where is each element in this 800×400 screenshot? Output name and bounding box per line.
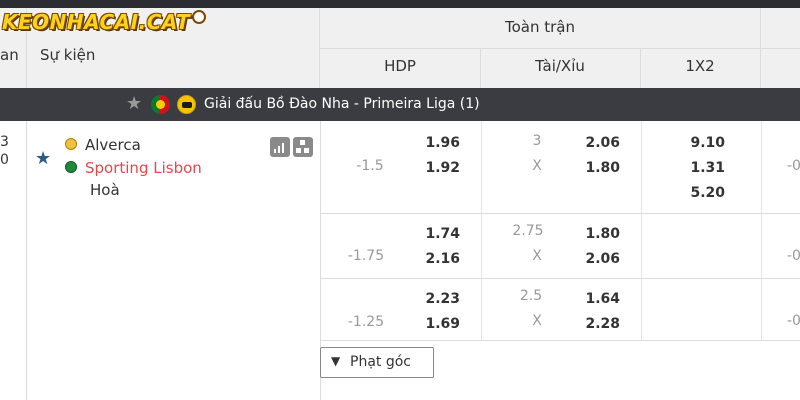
home-team-name[interactable]: Alverca — [85, 136, 141, 154]
corner-kicks-label: Phạt góc — [350, 354, 411, 370]
ou-over-odd[interactable]: 2.06 — [570, 135, 620, 151]
soccer-ball-icon — [192, 10, 206, 24]
next-column-value: -0 — [787, 248, 800, 264]
column-divider — [760, 8, 761, 88]
stats-icon[interactable] — [270, 137, 290, 157]
ou-line: 2.5 — [519, 288, 543, 304]
top-bar — [0, 0, 800, 8]
chevron-down-icon: ▼ — [331, 354, 341, 368]
home-team-crest-icon — [65, 138, 77, 150]
1x2-column-header: 1X2 — [685, 57, 715, 75]
away-team-name[interactable]: Sporting Lisbon — [85, 159, 202, 177]
row-divider — [321, 213, 800, 214]
star-icon[interactable]: ★ — [126, 93, 142, 114]
over-under-column-header: Tài/Xỉu — [535, 57, 585, 75]
column-divider — [640, 48, 641, 88]
favorite-star-icon[interactable]: ★ — [35, 148, 51, 169]
hdp-column-header: HDP — [384, 57, 416, 75]
column-divider — [641, 121, 642, 340]
handicap-line: -1.25 — [347, 314, 385, 330]
corner-kicks-button[interactable]: ▼ Phạt góc — [320, 347, 434, 378]
handicap-line: -1.75 — [347, 248, 385, 264]
hdp-away-odd[interactable]: 1.69 — [410, 316, 460, 332]
league-bar[interactable]: ★ Giải đấu Bồ Đào Nha - Primeira Liga (1… — [0, 88, 800, 121]
away-team-crest-icon — [65, 161, 77, 173]
portugal-flag-icon — [151, 95, 170, 114]
hdp-home-odd[interactable]: 1.74 — [410, 226, 460, 242]
time-column-header: an — [0, 46, 19, 64]
column-divider — [480, 48, 481, 88]
column-divider — [481, 121, 482, 340]
draw-label: Hoà — [90, 181, 120, 199]
hdp-home-odd[interactable]: 2.23 — [410, 291, 460, 307]
ou-over-odd[interactable]: 1.64 — [570, 291, 620, 307]
ou-under-odd[interactable]: 2.06 — [570, 251, 620, 267]
header-row-divider — [320, 48, 800, 49]
row-divider — [321, 340, 800, 341]
fulltime-header: Toàn trận — [504, 18, 575, 36]
body-divider — [26, 121, 27, 400]
ou-over-odd[interactable]: 1.80 — [570, 226, 620, 242]
match-time-top: 3 — [0, 134, 9, 150]
ou-under-odd[interactable]: 2.28 — [570, 316, 620, 332]
hdp-away-odd[interactable]: 2.16 — [410, 251, 460, 267]
row-divider — [321, 278, 800, 279]
league-name[interactable]: Giải đấu Bồ Đào Nha - Primeira Liga (1) — [204, 96, 480, 112]
header-right: Toàn trận HDP Tài/Xỉu 1X2 — [320, 8, 800, 88]
next-column-value: -0 — [787, 313, 800, 329]
column-divider — [761, 121, 762, 340]
lineup-icon[interactable] — [293, 137, 313, 157]
league-logo-icon — [177, 95, 196, 114]
ou-under-label: X — [532, 158, 542, 174]
match-info: 3 0 ★ Alverca Sporting Lisbon Hoà — [0, 121, 320, 400]
ou-under-label: X — [532, 313, 542, 329]
1x2-away-odd[interactable]: 1.31 — [675, 160, 725, 176]
ou-under-label: X — [532, 248, 542, 264]
next-column-value: -0 — [787, 158, 800, 174]
event-column-header: Sự kiện — [40, 46, 96, 64]
1x2-home-odd[interactable]: 9.10 — [675, 135, 725, 151]
hdp-away-odd[interactable]: 1.92 — [410, 160, 460, 176]
ou-line: 2.75 — [512, 223, 544, 239]
brand-logo[interactable]: KEONHACAI.CAT — [2, 10, 190, 34]
ou-under-odd[interactable]: 1.80 — [570, 160, 620, 176]
ou-line: 3 — [532, 133, 542, 149]
match-time-bottom: 0 — [0, 152, 9, 168]
1x2-draw-odd[interactable]: 5.20 — [675, 185, 725, 201]
hdp-home-odd[interactable]: 1.96 — [410, 135, 460, 151]
handicap-line: -1.5 — [356, 158, 384, 174]
